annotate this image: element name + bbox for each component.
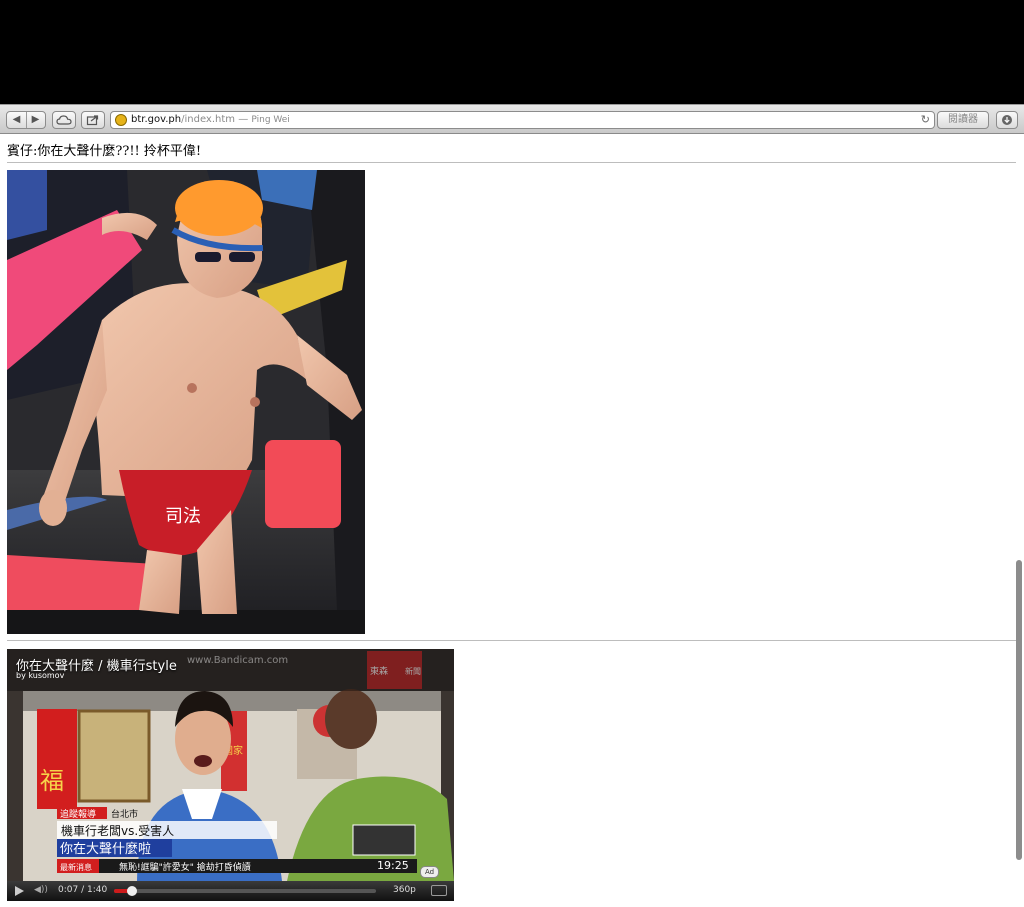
- video-watermark: www.Bandicam.com: [187, 655, 289, 666]
- url-separator: —: [235, 114, 252, 125]
- video-time: 0:07 / 1:40: [58, 885, 108, 895]
- news-clock: 19:25: [377, 859, 409, 872]
- news-breaking-tag: 追蹤報導: [60, 808, 96, 820]
- top-black-area: [0, 0, 1024, 104]
- video-controls: ◀)) 0:07 / 1:40 360p: [7, 881, 454, 901]
- back-forward-buttons[interactable]: ◀ ▶: [6, 111, 46, 129]
- share-icon: [86, 115, 99, 126]
- divider-top: [7, 162, 1016, 163]
- play-icon[interactable]: [15, 886, 24, 896]
- ticker-tag: 最新消息: [60, 862, 92, 872]
- share-button[interactable]: [81, 111, 105, 129]
- swimmer-photo: 司法: [7, 170, 365, 634]
- download-icon: [1002, 115, 1012, 125]
- cloud-icon: [56, 115, 72, 125]
- ticker-text: 無恥!誆騙"許愛女" 搶劫打昏偵讀: [119, 861, 251, 873]
- vertical-scrollbar[interactable]: [1016, 560, 1022, 860]
- swimmer-illustration: 司法: [7, 170, 365, 634]
- browser-toolbar: ◀ ▶ btr.gov.ph/index.htm — Ping Wei ↻ 閱讀器: [0, 104, 1024, 134]
- volume-icon[interactable]: ◀)): [34, 885, 48, 895]
- video-byline[interactable]: by kusomov: [16, 671, 64, 680]
- reader-button[interactable]: 閱讀器: [937, 111, 989, 129]
- embedded-video-player[interactable]: 福 國家 追蹤報導 台北市 機車行老闆vs.受害人 你在大聲什麼啦 最新消息 無…: [7, 649, 454, 901]
- page-title-in-address: Ping Wei: [251, 115, 290, 125]
- back-icon[interactable]: ◀: [7, 112, 26, 128]
- page-content: 賓仔:你在大聲什麼??!! 拎杯平偉! 司法 福 國家 追蹤報導 台北市 機車行…: [0, 134, 1024, 907]
- url-domain: btr.gov.ph: [131, 114, 182, 125]
- page-heading: 賓仔:你在大聲什麼??!! 拎杯平偉!: [7, 144, 202, 159]
- url-path: /index.htm: [181, 114, 236, 125]
- icloud-tabs-button[interactable]: [52, 111, 76, 129]
- news-headline-line2: 你在大聲什麼啦: [60, 841, 151, 857]
- trunks-text: 司法: [165, 506, 201, 527]
- ad-badge[interactable]: Ad: [420, 866, 440, 878]
- video-progress-track[interactable]: [114, 886, 376, 896]
- forward-icon[interactable]: ▶: [26, 112, 45, 128]
- news-location: 台北市: [111, 808, 138, 820]
- divider-bottom: [7, 640, 1016, 641]
- wall-fortune-char: 福: [40, 767, 64, 795]
- site-favicon-icon: [115, 114, 127, 126]
- reload-icon[interactable]: ↻: [921, 112, 930, 128]
- news-headline-line1: 機車行老闆vs.受害人: [61, 823, 174, 838]
- downloads-button[interactable]: [996, 111, 1018, 129]
- address-url: btr.gov.ph/index.htm — Ping Wei: [131, 112, 290, 128]
- quality-selector[interactable]: 360p: [393, 885, 416, 895]
- fullscreen-icon[interactable]: [431, 885, 447, 896]
- video-progress-thumb[interactable]: [127, 886, 138, 896]
- video-frame: 福 國家 追蹤報導 台北市 機車行老闆vs.受害人 你在大聲什麼啦 最新消息 無…: [7, 649, 454, 881]
- address-bar[interactable]: btr.gov.ph/index.htm — Ping Wei ↻: [110, 111, 935, 129]
